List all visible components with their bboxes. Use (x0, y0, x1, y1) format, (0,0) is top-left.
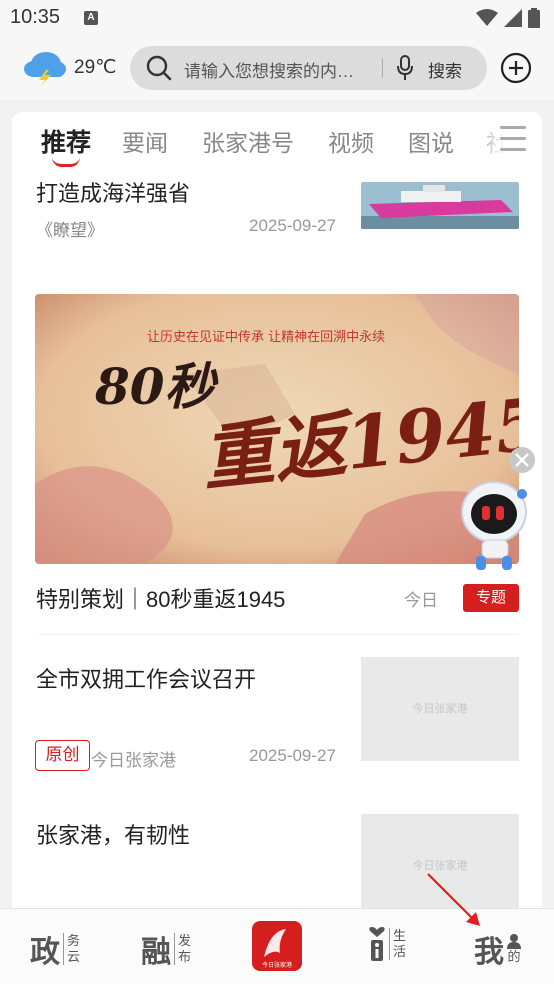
tab-photo[interactable]: 图说 (408, 124, 454, 158)
active-tab-indicator (52, 157, 80, 167)
article-title[interactable]: 全市双拥工作会议召开 (36, 662, 256, 694)
add-channel-button[interactable] (500, 52, 532, 84)
top-header: 29℃ 请输入您想搜索的内… 搜索 (0, 36, 554, 100)
nav-release[interactable]: 融 发布 (141, 927, 191, 971)
tab-zjg-account[interactable]: 张家港号 (202, 124, 294, 158)
article-source: 今日 (404, 591, 438, 610)
article-thumbnail[interactable] (361, 182, 519, 229)
search-input[interactable]: 请输入您想搜索的内… (184, 57, 354, 82)
nav-life[interactable]: 生活 (368, 927, 406, 961)
tab-video[interactable]: 视频 (328, 124, 374, 158)
cloud-lightning-icon (24, 52, 66, 86)
search-divider (382, 58, 383, 78)
status-bar: 10:35 A (0, 0, 554, 36)
floating-mascot[interactable] (456, 446, 542, 576)
menu-icon[interactable] (500, 126, 526, 154)
tab-news[interactable]: 要闻 (122, 124, 168, 158)
nav-mine-icon: 我 (474, 935, 504, 970)
banner-subtitle: 让历史在见证中传承 让精神在回溯中永续 (147, 329, 385, 345)
signal-icon (504, 9, 522, 27)
banner-title-part1: 80秒 (94, 357, 219, 416)
search-icon (146, 55, 172, 81)
status-time: 10:35 (10, 6, 61, 28)
wifi-icon (476, 9, 498, 26)
article-source: 《瞭望》 (36, 221, 104, 240)
article-title[interactable]: 打造成海洋强省 (36, 176, 190, 208)
nav-home-logo-text: 今日张家港 (262, 961, 292, 969)
article-title[interactable]: 张家港，有韧性 (36, 818, 190, 850)
nav-home-logo[interactable]: 今日张家港 (252, 921, 302, 971)
article-date: 2025-09-27 (249, 216, 336, 235)
original-badge: 原创 (35, 740, 90, 771)
topic-badge: 专题 (463, 584, 519, 612)
search-button[interactable]: 搜索 (428, 57, 462, 82)
user-icon (507, 934, 521, 949)
article-thumbnail[interactable]: 今日张家港 (361, 657, 519, 761)
nav-mine[interactable]: 我 的 (474, 927, 521, 971)
nav-government[interactable]: 政 务云 (30, 927, 80, 971)
status-indicators (476, 8, 540, 28)
app-notification-icon: A (84, 11, 98, 25)
article-thumbnail[interactable]: 今日张家港 (361, 814, 519, 908)
article-source: 今日张家港 (91, 751, 176, 770)
nav-release-icon: 融 (141, 935, 171, 970)
info-heart-icon (369, 927, 385, 961)
search-bar[interactable]: 请输入您想搜索的内… 搜索 (130, 46, 487, 90)
nav-government-label: 务云 (63, 933, 80, 965)
feature-banner-image[interactable]: 让历史在见证中传承 让精神在回溯中永续 80秒 重返1945 (35, 294, 519, 564)
channel-tabs: 推荐 要闻 张家港号 视频 图说 社 (12, 112, 542, 178)
nav-release-label: 发布 (174, 933, 191, 965)
article-date: 2025-09-27 (249, 746, 336, 765)
nav-mine-label: 的 (507, 933, 521, 965)
weather-widget[interactable]: 29℃ (22, 48, 116, 86)
nav-life-label: 生活 (389, 928, 406, 960)
tab-recommend[interactable]: 推荐 (41, 123, 91, 159)
weather-temperature: 29℃ (74, 56, 117, 78)
battery-icon (528, 8, 540, 28)
nav-government-icon: 政 (30, 935, 60, 970)
divider (38, 634, 518, 635)
article-title[interactable]: 特别策划｜80秒重返1945 (36, 582, 285, 614)
bottom-navigation: 政 务云 融 发布 今日张家港 生活 我 的 (0, 908, 554, 984)
microphone-icon[interactable] (395, 55, 415, 81)
